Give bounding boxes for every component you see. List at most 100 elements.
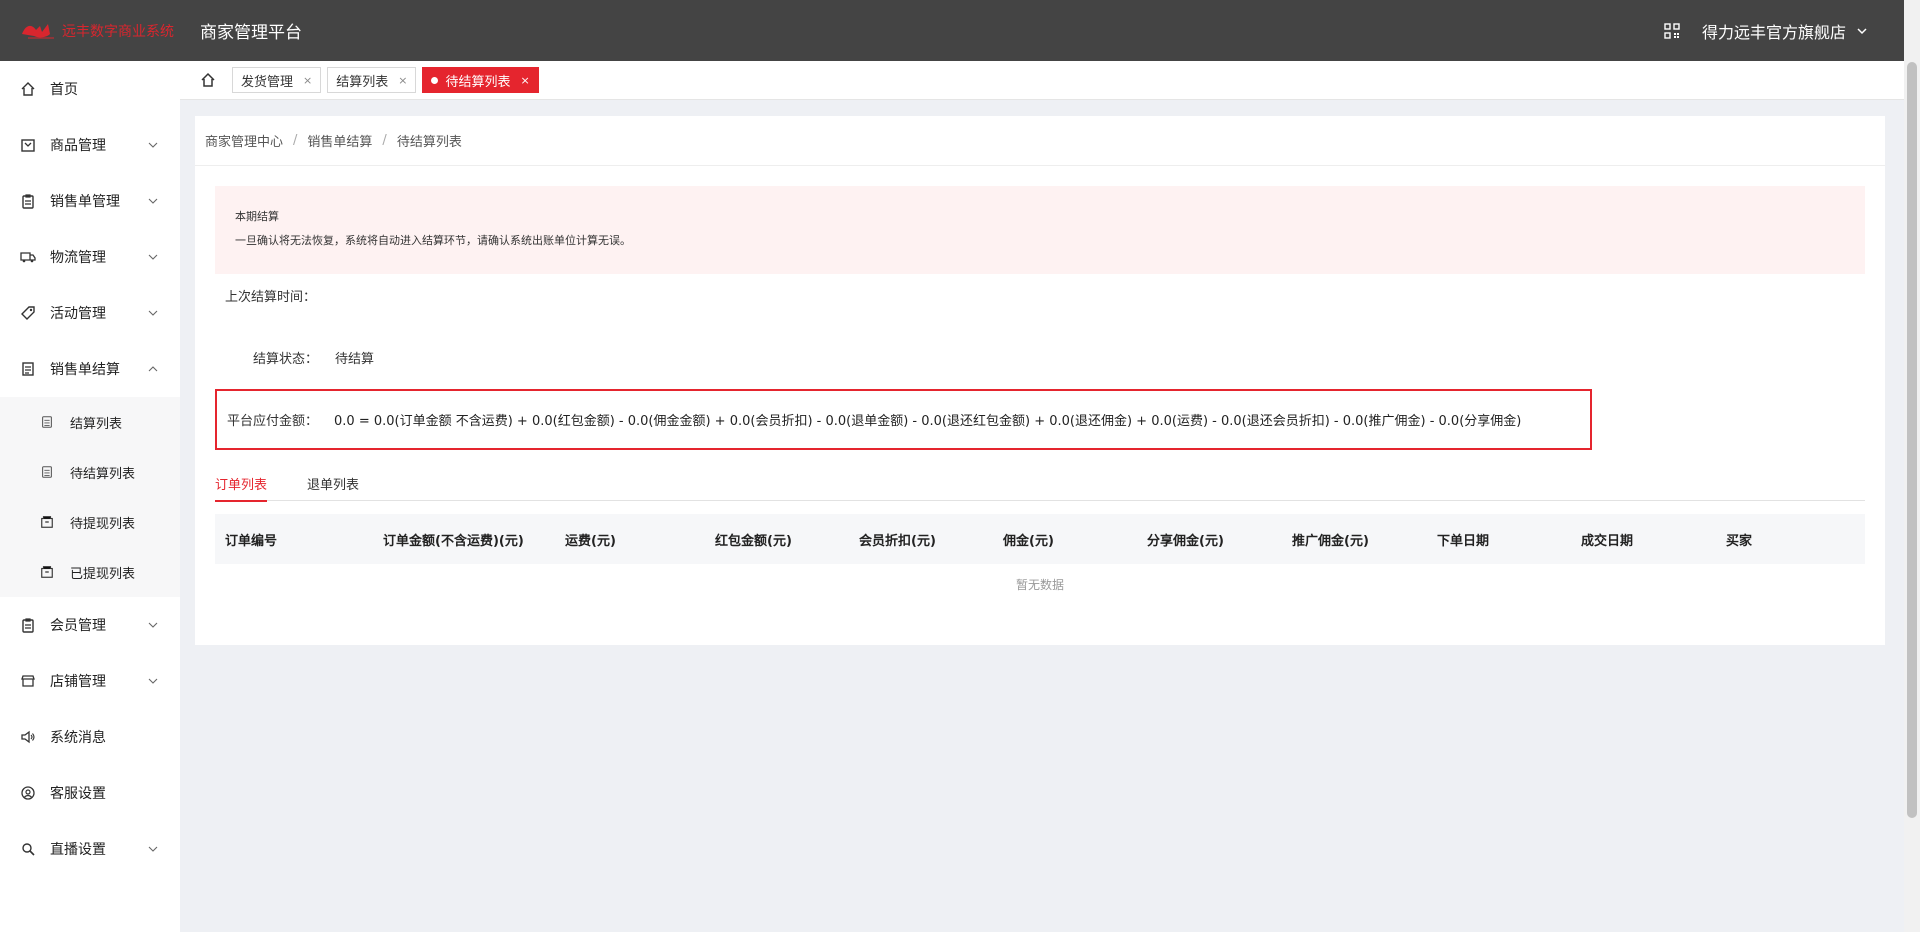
sidebar-item[interactable]: 首页 bbox=[0, 61, 180, 117]
sidebar-item[interactable]: 店铺管理 bbox=[0, 653, 180, 709]
wallet-icon bbox=[41, 566, 53, 578]
submenu-item-label: 待结算列表 bbox=[70, 466, 136, 482]
column-header: 运费(元) bbox=[565, 533, 616, 549]
live-icon bbox=[22, 843, 35, 856]
payable-amount-label: 平台应付金额： bbox=[227, 414, 319, 429]
tag-icon bbox=[21, 306, 35, 320]
column-header: 下单日期 bbox=[1437, 533, 1490, 549]
logo[interactable]: 远丰数字商业系统 bbox=[0, 20, 200, 42]
settlement-status-value: 待结算 bbox=[335, 352, 375, 367]
sidebar-item-label: 客服设置 bbox=[50, 786, 106, 802]
column-header: 推广佣金(元) bbox=[1292, 533, 1369, 549]
qrcode-icon[interactable] bbox=[1664, 22, 1680, 39]
content-card: 商家管理中心 / 销售单结算 / 待结算列表 本期结算 一旦确认将无法恢复，系统… bbox=[195, 116, 1885, 645]
sidebar-item[interactable]: 活动管理 bbox=[0, 285, 180, 341]
submenu-item[interactable]: 结算列表 bbox=[0, 397, 180, 447]
goods-icon bbox=[21, 139, 35, 152]
settlement-status-label: 结算状态： bbox=[253, 352, 319, 367]
sidebar-item[interactable]: 物流管理 bbox=[0, 229, 180, 285]
sidebar-item-label: 系统消息 bbox=[50, 730, 106, 746]
tab[interactable]: 发货管理 × bbox=[232, 67, 322, 93]
page-scrollbar[interactable] bbox=[1904, 0, 1920, 932]
chevron-down-icon bbox=[148, 622, 158, 628]
payable-amount-formula: 0.0 = 0.0(订单金额 不含运费) + 0.0(红包金额) - 0.0(佣… bbox=[334, 414, 1522, 429]
truck-icon bbox=[20, 252, 36, 263]
tab-label: 发货管理 bbox=[241, 74, 294, 90]
sidebar-item-label: 物流管理 bbox=[50, 250, 106, 266]
sidebar-item-label: 店铺管理 bbox=[50, 674, 106, 690]
column-header: 红包金额(元) bbox=[715, 533, 792, 549]
wallet-icon bbox=[41, 516, 53, 528]
sidebar-item[interactable]: 销售单结算 bbox=[0, 341, 180, 397]
payable-amount-box: 平台应付金额： 0.0 = 0.0(订单金额 不含运费) + 0.0(红包金额)… bbox=[215, 389, 1592, 450]
column-header: 佣金(元) bbox=[1003, 533, 1054, 549]
tab[interactable]: 待结算列表 × bbox=[422, 67, 539, 93]
sidebar: 首页商品管理销售单管理物流管理活动管理销售单结算 结算列表待结算列表待提现列表已… bbox=[0, 61, 180, 932]
top-header: 远丰数字商业系统 商家管理平台 得力远丰官方旗舰店 bbox=[0, 0, 1904, 61]
notice-body: 一旦确认将无法恢复，系统将自动进入结算环节，请确认系统出账单位计算无误。 bbox=[235, 234, 631, 247]
sidebar-item[interactable]: 会员管理 bbox=[0, 597, 180, 653]
breadcrumb: 商家管理中心 / 销售单结算 / 待结算列表 bbox=[195, 116, 1885, 166]
sidebar-item-label: 商品管理 bbox=[50, 138, 106, 154]
subtab[interactable]: 退单列表 bbox=[307, 466, 359, 501]
submenu-item-label: 已提现列表 bbox=[70, 566, 136, 582]
tab-label: 待结算列表 bbox=[445, 74, 511, 90]
breadcrumb-item[interactable]: 商家管理中心 bbox=[205, 131, 283, 150]
chevron-down-icon bbox=[148, 678, 158, 684]
column-header: 订单编号 bbox=[225, 533, 278, 549]
sidebar-item-label: 销售单结算 bbox=[50, 362, 120, 378]
submenu-item[interactable]: 已提现列表 bbox=[0, 547, 180, 597]
chevron-down-icon[interactable] bbox=[1856, 25, 1868, 37]
breadcrumb-item[interactable]: 销售单结算 bbox=[307, 131, 372, 150]
scrollbar-thumb[interactable] bbox=[1907, 62, 1917, 818]
tab[interactable]: 结算列表 × bbox=[327, 67, 417, 93]
chevron-down-icon bbox=[148, 254, 158, 260]
list-subtabs: 订单列表 退单列表 bbox=[215, 466, 1865, 502]
empty-state: 暂无数据 bbox=[1015, 578, 1064, 592]
chevron-down-icon bbox=[148, 142, 158, 148]
home-icon bbox=[21, 82, 35, 96]
tabs-bar: 发货管理 × 结算列表 × 待结算列表 × bbox=[180, 61, 1904, 100]
submenu-item[interactable]: 待结算列表 bbox=[0, 447, 180, 497]
close-icon[interactable]: × bbox=[303, 74, 312, 87]
sidebar-item[interactable]: 销售单管理 bbox=[0, 173, 180, 229]
submenu-item[interactable]: 待提现列表 bbox=[0, 497, 180, 547]
close-icon[interactable]: × bbox=[520, 74, 529, 87]
submenu-settlement: 结算列表待结算列表待提现列表已提现列表 bbox=[0, 397, 180, 597]
sidebar-item[interactable]: 直播设置 bbox=[0, 821, 180, 877]
list-icon bbox=[42, 416, 52, 428]
sidebar-item-label: 直播设置 bbox=[50, 842, 106, 858]
sidebar-item-label: 首页 bbox=[50, 82, 78, 98]
column-header: 买家 bbox=[1726, 533, 1753, 549]
last-settlement-time-label: 上次结算时间： bbox=[225, 290, 317, 305]
shop-name-dropdown[interactable]: 得力远丰官方旗舰店 bbox=[1702, 19, 1846, 43]
sidebar-item[interactable]: 系统消息 bbox=[0, 709, 180, 765]
sidebar-item[interactable]: 客服设置 bbox=[0, 765, 180, 821]
document-icon bbox=[22, 362, 34, 376]
service-icon bbox=[21, 786, 35, 800]
column-header: 订单金额(不含运费)(元) bbox=[383, 533, 524, 549]
logo-text: 远丰数字商业系统 bbox=[62, 23, 174, 40]
tab-label: 结算列表 bbox=[336, 74, 389, 90]
sidebar-item-label: 活动管理 bbox=[50, 306, 106, 322]
speaker-icon bbox=[21, 730, 35, 744]
logo-mark-icon bbox=[20, 20, 60, 42]
active-dot-icon bbox=[431, 76, 439, 84]
clipboard-icon bbox=[22, 194, 34, 209]
member-icon bbox=[22, 618, 34, 633]
sidebar-item[interactable]: 商品管理 bbox=[0, 117, 180, 173]
column-header: 成交日期 bbox=[1581, 533, 1634, 549]
close-icon[interactable]: × bbox=[398, 74, 407, 87]
notice-title: 本期结算 bbox=[235, 210, 279, 223]
subtab[interactable]: 订单列表 bbox=[215, 466, 268, 502]
chevron-down-icon bbox=[148, 310, 158, 316]
chevron-down-icon bbox=[148, 198, 158, 204]
table-header: 订单编号 订单金额(不含运费)(元) 运费(元) 红包金额(元) 会员折扣(元) 佣金(元… bbox=[215, 514, 1865, 564]
home-icon[interactable] bbox=[200, 72, 216, 88]
column-header: 会员折扣(元) bbox=[859, 533, 936, 549]
column-header: 分享佣金(元) bbox=[1147, 533, 1224, 549]
breadcrumb-item: 待结算列表 bbox=[396, 135, 462, 150]
chevron-down-icon bbox=[148, 846, 158, 852]
chevron-up-icon bbox=[148, 366, 158, 372]
sidebar-item-label: 销售单管理 bbox=[50, 194, 120, 210]
